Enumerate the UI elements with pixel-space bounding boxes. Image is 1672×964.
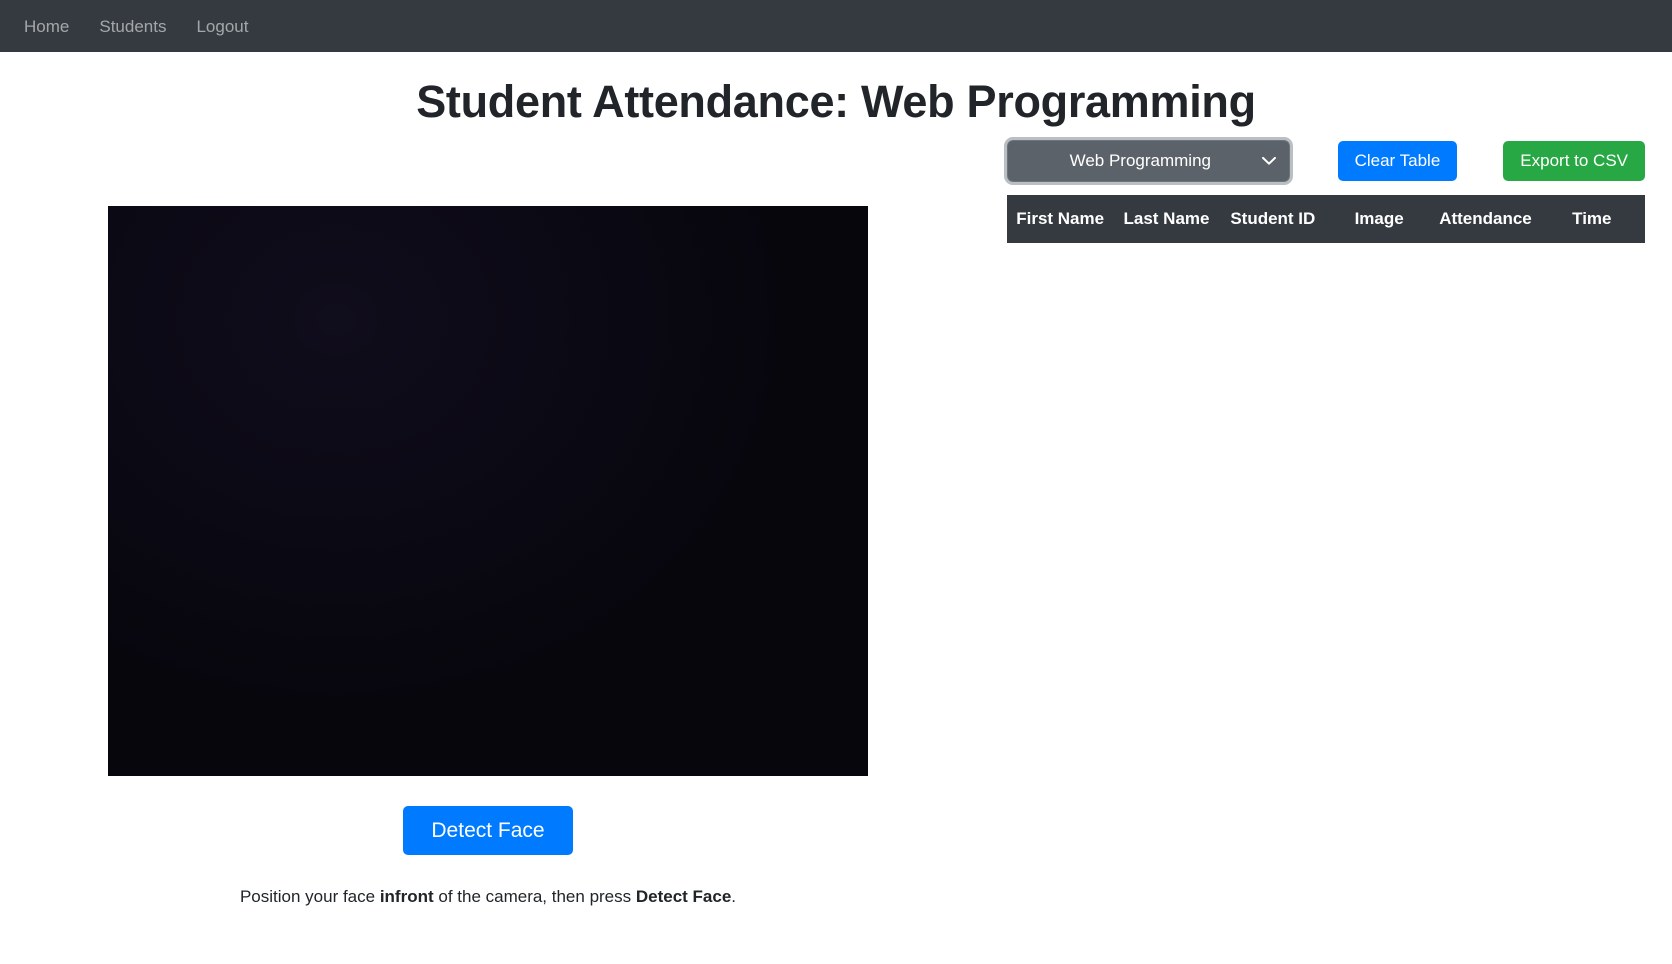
table-controls: Web Programming Clear Table Export to CS…	[1004, 128, 1645, 186]
top-navbar: Home Students Logout	[0, 0, 1672, 52]
attendance-table-head: First Name Last Name Student ID Image At…	[1007, 195, 1645, 243]
detect-face-button[interactable]: Detect Face	[403, 806, 573, 856]
hint-suffix: .	[731, 887, 737, 907]
column-header-attendance[interactable]: Attendance	[1432, 195, 1539, 243]
clear-table-button[interactable]: Clear Table	[1337, 141, 1458, 181]
table-header-row: First Name Last Name Student ID Image At…	[1007, 195, 1645, 243]
export-csv-button[interactable]: Export to CSV	[1503, 141, 1645, 181]
camera-panel: Detect Face Position your face infront o…	[108, 206, 868, 909]
camera-instructions: Position your face infront of the camera…	[108, 885, 868, 909]
column-header-first-name[interactable]: First Name	[1007, 195, 1114, 243]
main-content: Detect Face Position your face infront o…	[0, 128, 1672, 964]
column-header-last-name[interactable]: Last Name	[1113, 195, 1220, 243]
hint-prefix: Position your face	[239, 887, 380, 907]
attendance-panel: Web Programming Clear Table Export to CS…	[1004, 128, 1645, 243]
column-header-image[interactable]: Image	[1325, 195, 1433, 243]
hint-bold-detect-face: Detect Face	[635, 887, 732, 907]
attendance-table: First Name Last Name Student ID Image At…	[1007, 195, 1645, 243]
nav-link-students[interactable]: Students	[84, 10, 181, 43]
nav-link-home[interactable]: Home	[24, 10, 84, 43]
nav-link-logout[interactable]: Logout	[181, 10, 263, 43]
column-header-student-id[interactable]: Student ID	[1219, 195, 1326, 243]
hint-bold-infront: infront	[379, 887, 434, 907]
page-title: Student Attendance: Web Programming	[416, 76, 1256, 127]
column-header-time[interactable]: Time	[1538, 195, 1645, 243]
hint-middle: of the camera, then press	[433, 887, 636, 907]
navbar-links: Home Students Logout	[24, 10, 263, 43]
course-select[interactable]: Web Programming	[1004, 137, 1293, 185]
detect-face-row: Detect Face	[108, 806, 868, 856]
camera-video-feed[interactable]	[108, 206, 868, 776]
course-select-wrapper: Web Programming	[1004, 137, 1293, 185]
